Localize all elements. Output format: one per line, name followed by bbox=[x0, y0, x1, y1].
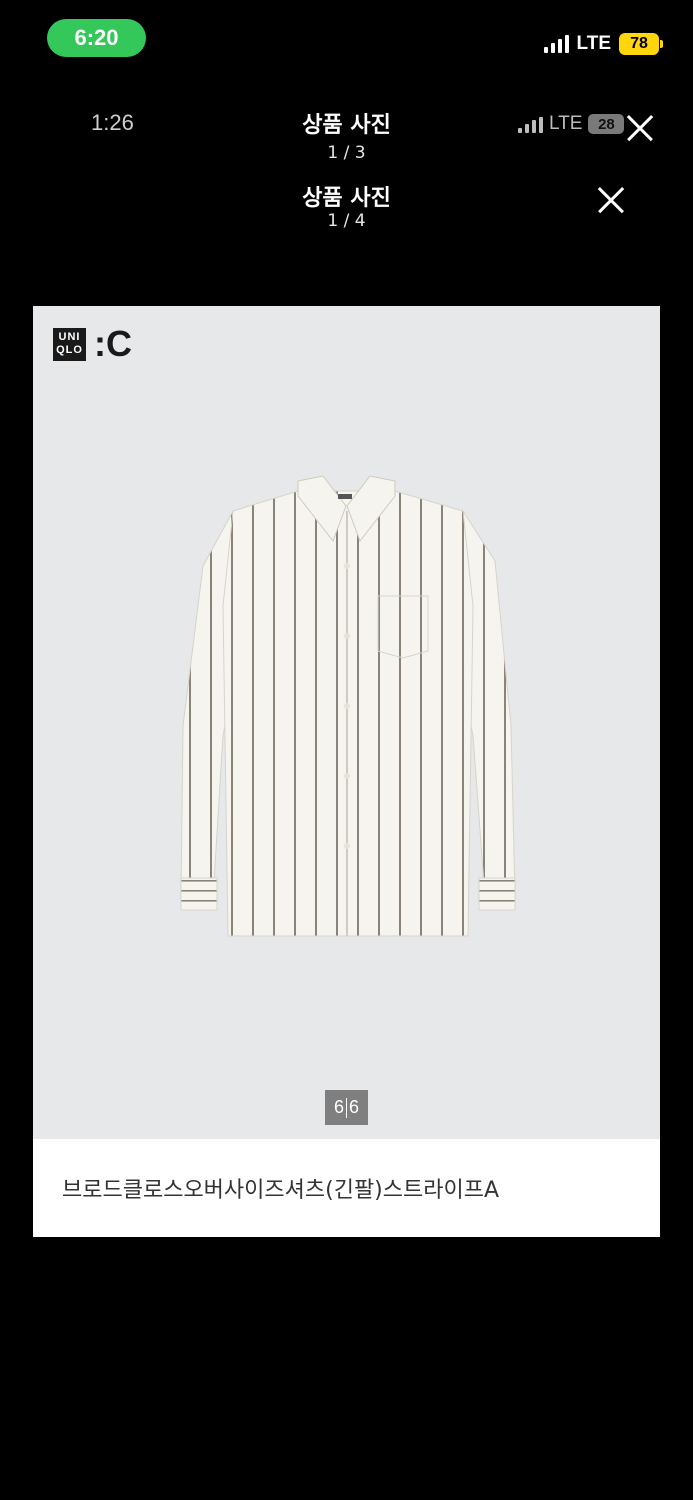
page-current: 6 bbox=[333, 1097, 344, 1117]
header-title: 상품 사진 bbox=[302, 113, 391, 138]
status-time: 6:20 bbox=[47, 19, 146, 57]
header-title: 상품 사진 bbox=[302, 186, 391, 211]
network-type: LTE bbox=[576, 33, 611, 54]
close-icon[interactable] bbox=[624, 112, 656, 144]
product-photo[interactable]: UNI QLO :C 6 6 bbox=[33, 306, 660, 1139]
status-indicators: LTE 78 bbox=[543, 32, 663, 56]
header-count: 1 / 4 bbox=[327, 211, 366, 231]
close-icon[interactable] bbox=[595, 184, 627, 216]
page-separator bbox=[346, 1097, 347, 1118]
product-caption: 브로드클로스오버사이즈셔츠(긴팔)스트라이프A bbox=[33, 1139, 660, 1237]
signal-icon bbox=[543, 35, 569, 53]
page-total: 6 bbox=[349, 1097, 360, 1117]
battery-icon: 78 bbox=[619, 33, 663, 55]
image-page-indicator: 6 6 bbox=[325, 1090, 368, 1125]
product-image bbox=[180, 475, 516, 937]
battery-level: 78 bbox=[630, 35, 648, 52]
product-name: 브로드클로스오버사이즈셔츠(긴팔)스트라이프A bbox=[62, 1178, 500, 1203]
header-count: 1 / 3 bbox=[327, 143, 366, 163]
